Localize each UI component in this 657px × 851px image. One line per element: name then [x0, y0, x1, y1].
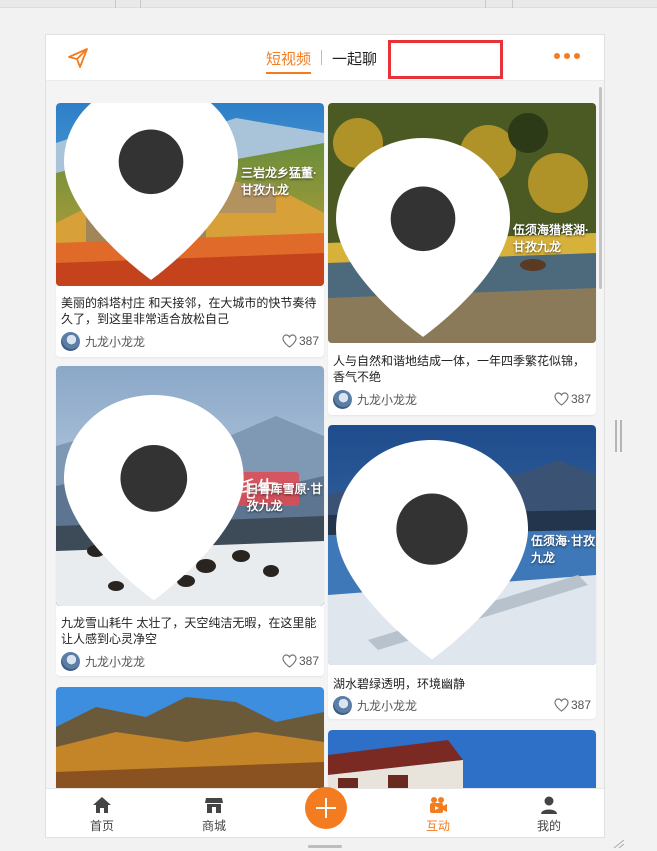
- like-button[interactable]: 387: [282, 334, 319, 348]
- post-card[interactable]: [56, 687, 324, 797]
- post-meta: 九龙小龙龙 387: [333, 695, 591, 715]
- avatar[interactable]: [61, 651, 80, 671]
- like-button[interactable]: 387: [282, 654, 319, 668]
- heart-icon: [282, 334, 297, 348]
- post-card[interactable]: 四川甘孜九龙牦牛 日鲁库雪原·甘孜九龙 九龙雪山耗牛 太壮了，天空纯洁无暇，在这…: [56, 366, 324, 676]
- resize-corner-icon[interactable]: [612, 840, 626, 848]
- post-meta: 九龙小龙龙 387: [61, 651, 319, 671]
- post-image: 四川甘孜九龙牦牛 日鲁库雪原·甘孜九龙: [56, 366, 324, 606]
- resize-handle[interactable]: [615, 420, 623, 452]
- location-pin-icon: [64, 394, 244, 600]
- avatar[interactable]: [333, 389, 352, 409]
- avatar[interactable]: [61, 331, 80, 351]
- post-image: 伍须海猎塔湖·甘孜九龙: [328, 103, 596, 343]
- like-count: 387: [570, 698, 591, 712]
- location-tag: 日鲁库雪原·甘孜九龙: [64, 394, 324, 600]
- bottom-tab-bar: 首页 商城 互动 我的: [46, 787, 604, 837]
- like-button[interactable]: 387: [554, 698, 591, 712]
- app-frame: 短视频 一起聊 三岩龙乡猛董·甘孜九龙 美丽的斜塔村庄 和天接邻，在大城市的快节…: [45, 34, 605, 838]
- location-tag: 伍须海猎塔湖·甘孜九龙: [336, 138, 596, 337]
- tab-interact-label: 互动: [425, 819, 450, 833]
- like-count: 387: [298, 654, 319, 668]
- add-post-button[interactable]: [305, 787, 347, 829]
- post-card[interactable]: 三岩龙乡猛董·甘孜九龙 美丽的斜塔村庄 和天接邻，在大城市的快节奏待久了，到这里…: [56, 103, 324, 357]
- post-card[interactable]: 伍须海猎塔湖·甘孜九龙 人与自然和谐地结成一体，一年四季繁花似锦，香气不绝 九龙…: [328, 103, 596, 415]
- post-image: 三岩龙乡猛董·甘孜九龙: [56, 103, 324, 286]
- author-name[interactable]: 九龙小龙龙: [85, 653, 282, 670]
- author-name[interactable]: 九龙小龙龙: [357, 697, 554, 714]
- like-count: 387: [298, 334, 319, 348]
- header-bar: 短视频 一起聊: [46, 35, 604, 81]
- post-meta: 九龙小龙龙 387: [333, 389, 591, 409]
- tab-mine[interactable]: 我的: [519, 795, 579, 834]
- tab-short-video-label: 短视频: [266, 51, 312, 68]
- post-image: 伍须海·甘孜九龙: [328, 425, 596, 665]
- post-description: 美丽的斜塔村庄 和天接邻，在大城市的快节奏待久了，到这里非常适合放松自己: [61, 296, 317, 326]
- video-camera-icon: [430, 797, 447, 813]
- tab-interact[interactable]: 互动: [408, 795, 468, 834]
- tab-mall[interactable]: 商城: [184, 795, 244, 834]
- author-name[interactable]: 九龙小龙龙: [85, 333, 282, 350]
- tab-short-video[interactable]: 短视频: [266, 48, 312, 74]
- post-description: 湖水碧绿透明，环境幽静: [333, 677, 466, 691]
- post-meta: 九龙小龙龙 387: [61, 331, 319, 351]
- tab-mine-label: 我的: [536, 819, 561, 833]
- location-label: 伍须海猎塔湖·甘孜九龙: [513, 222, 590, 254]
- author-name[interactable]: 九龙小龙龙: [357, 391, 554, 408]
- tab-home[interactable]: 首页: [72, 795, 132, 834]
- like-count: 387: [570, 392, 591, 406]
- tab-mall-label: 商城: [201, 819, 226, 833]
- avatar[interactable]: [333, 695, 352, 715]
- location-pin-icon: [64, 103, 239, 280]
- send-icon[interactable]: [66, 46, 90, 70]
- post-description: 九龙雪山耗牛 太壮了，天空纯洁无暇，在这里能让人感到心灵净空: [61, 616, 317, 646]
- post-description: 人与自然和谐地结成一体，一年四季繁花似锦，香气不绝: [333, 354, 586, 384]
- heart-icon: [282, 654, 297, 668]
- user-icon: [541, 796, 557, 814]
- post-image: [56, 687, 324, 797]
- location-label: 伍须海·甘孜九龙: [531, 534, 596, 566]
- tab-home-label: 首页: [89, 819, 114, 833]
- location-tag: 伍须海·甘孜九龙: [336, 439, 596, 659]
- home-indicator: [308, 845, 342, 848]
- location-label: 日鲁库雪原·甘孜九龙: [246, 482, 323, 514]
- location-label: 三岩龙乡猛董·甘孜九龙: [241, 165, 318, 197]
- like-button[interactable]: 387: [554, 392, 591, 406]
- active-tab-underline: [266, 72, 312, 74]
- heart-icon: [554, 392, 569, 406]
- tab-divider: [321, 50, 322, 65]
- post-card[interactable]: 伍须海·甘孜九龙 湖水碧绿透明，环境幽静 九龙小龙龙 387: [328, 425, 596, 719]
- store-icon: [205, 798, 223, 813]
- tab-chat-together-label: 一起聊: [332, 51, 378, 68]
- heart-icon: [554, 698, 569, 712]
- scrollbar[interactable]: [599, 87, 602, 289]
- location-pin-icon: [336, 439, 529, 659]
- location-tag: 三岩龙乡猛董·甘孜九龙: [64, 103, 324, 280]
- highlight-box: [388, 40, 503, 79]
- browser-top-strip: [0, 0, 657, 8]
- more-icon[interactable]: [554, 51, 584, 63]
- location-pin-icon: [336, 138, 511, 337]
- home-icon: [93, 797, 111, 813]
- tab-chat-together[interactable]: 一起聊: [332, 48, 377, 69]
